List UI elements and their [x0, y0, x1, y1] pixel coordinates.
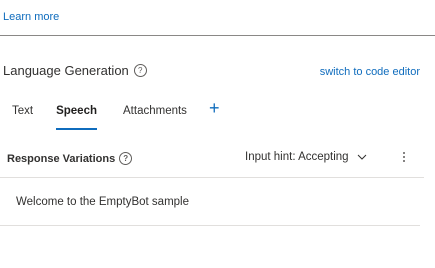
- language-generation-label: Language Generation: [3, 63, 129, 78]
- help-icon[interactable]: ?: [133, 64, 147, 77]
- tab-text[interactable]: Text: [12, 97, 33, 129]
- response-variation-text: Welcome to the EmptyBot sample: [16, 196, 189, 208]
- switch-to-code-editor-link[interactable]: switch to code editor: [320, 66, 420, 78]
- tab-attachments[interactable]: Attachments: [123, 97, 187, 129]
- input-hint-dropdown[interactable]: Input hint: Accepting: [245, 151, 367, 163]
- response-variations-header: Response Variations ? Input hint: Accept…: [0, 147, 424, 178]
- input-hint-label: Input hint: Accepting: [245, 151, 349, 163]
- language-generation-title: Language Generation ?: [3, 63, 147, 78]
- more-options-icon[interactable]: [398, 149, 410, 165]
- section-divider: [0, 35, 435, 36]
- tab-speech[interactable]: Speech: [56, 97, 97, 130]
- response-variations-label: Response Variations: [7, 152, 116, 165]
- chevron-down-icon: [357, 154, 366, 160]
- learn-more-link[interactable]: Learn more: [3, 11, 59, 23]
- add-tab-plus-icon[interactable]: +: [209, 97, 220, 117]
- response-variation-row[interactable]: Welcome to the EmptyBot sample: [0, 178, 420, 226]
- response-variations-title: Response Variations ?: [7, 152, 133, 165]
- tab-bar: Text Speech Attachments +: [0, 97, 220, 130]
- help-icon[interactable]: ?: [119, 152, 133, 165]
